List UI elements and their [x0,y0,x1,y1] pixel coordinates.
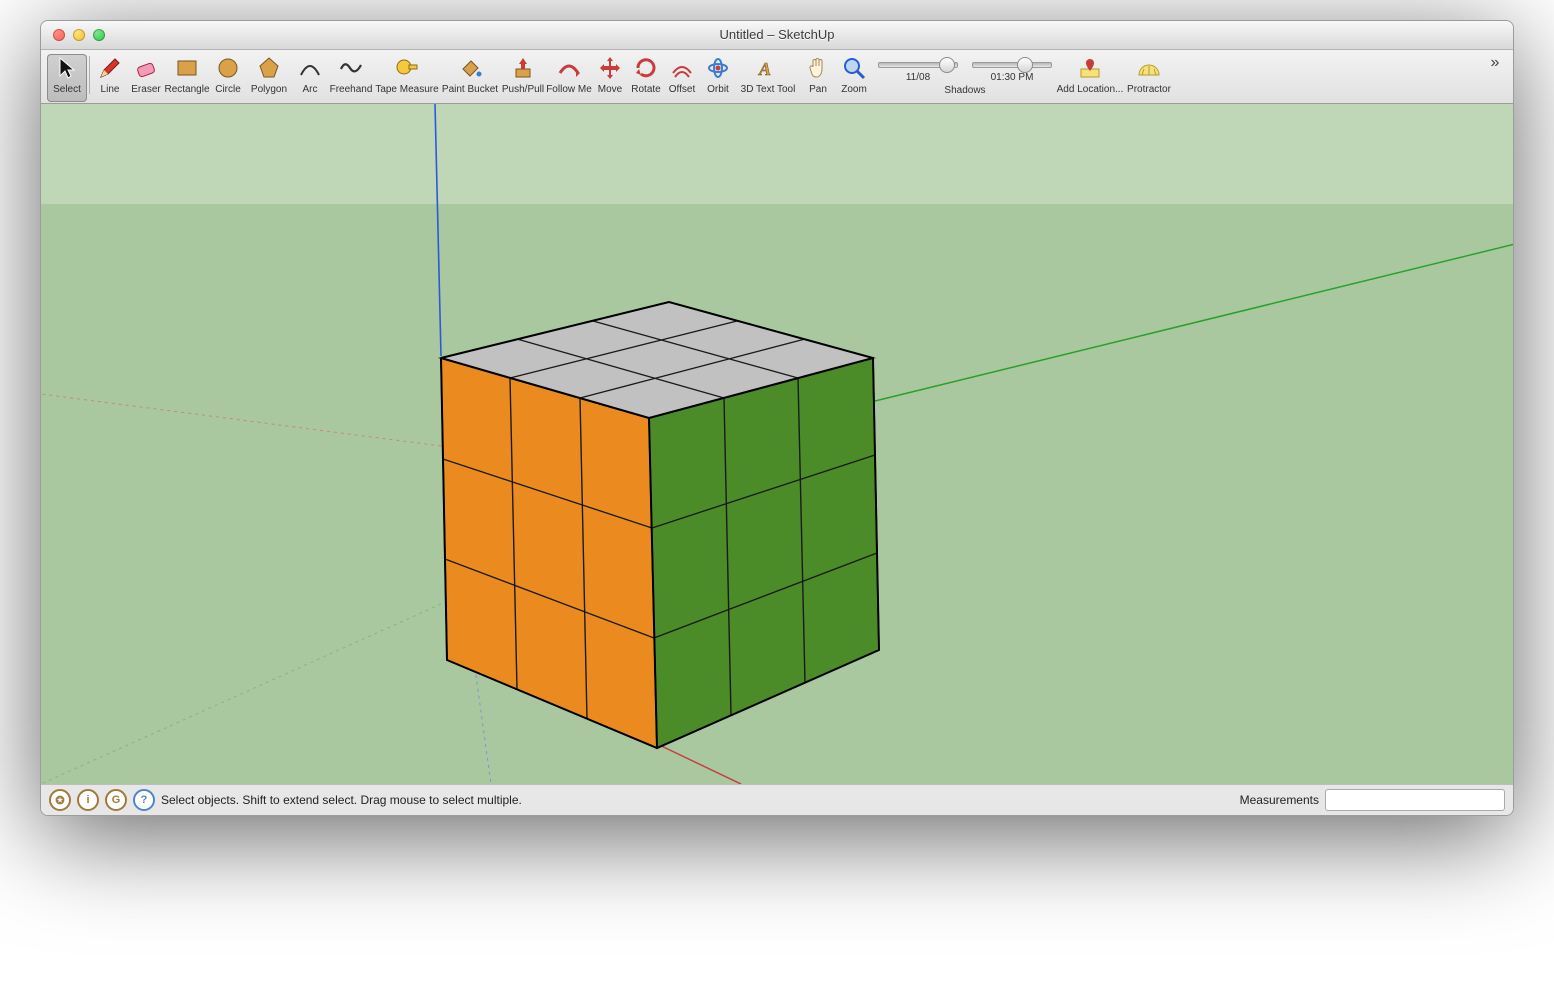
tool-label: Protractor [1127,84,1171,95]
tool-label: 3D Text Tool [741,84,796,95]
tool-label: Pan [809,84,827,95]
tape-measure-icon [394,54,420,82]
paint-bucket-icon [457,54,483,82]
tool-label: Rotate [631,84,660,95]
window-title: Untitled – SketchUp [41,27,1513,42]
tool-label: Rectangle [164,84,209,95]
shadows-date-slider[interactable]: 11/08 [876,54,960,83]
offset-icon [669,54,695,82]
tool-label: Zoom [841,84,867,95]
tool-label: Select [53,84,81,95]
polygon-icon [256,54,282,82]
follow-me-icon [556,54,582,82]
tool-label: Add Location... [1057,84,1124,95]
follow-me-tool[interactable]: Follow Me [546,54,592,102]
pan-tool[interactable]: Pan [800,54,836,102]
eraser-icon [133,54,159,82]
circle-icon [215,54,241,82]
rectangle-tool[interactable]: Rectangle [164,54,210,102]
tool-label: Push/Pull [502,84,544,95]
circle-tool[interactable]: Circle [210,54,246,102]
tool-label: Paint Bucket [442,84,498,95]
tool-label: Tape Measure [375,84,438,95]
shadows-time-value: 01:30 PM [991,72,1034,83]
freehand-icon [338,54,364,82]
tape-measure-tool[interactable]: Tape Measure [374,54,440,102]
push-pull-tool[interactable]: Push/Pull [500,54,546,102]
measurements-label: Measurements [1240,793,1319,807]
status-bar: ✪ i G ? Select objects. Shift to extend … [41,784,1513,815]
freehand-tool[interactable]: Freehand [328,54,374,102]
protractor-icon [1136,54,1162,82]
orbit-tool[interactable]: Orbit [700,54,736,102]
tool-label: Line [101,84,120,95]
tool-label: Offset [669,84,696,95]
tool-label: Arc [303,84,318,95]
move-icon [597,54,623,82]
shadows-date-value: 11/08 [906,72,930,83]
magnifier-icon [841,54,867,82]
cursor-icon [54,54,80,82]
select-tool[interactable]: Select [47,54,87,102]
arc-icon [297,54,323,82]
tool-label: Follow Me [546,84,592,95]
info-geolocate-icon[interactable]: G [105,789,127,811]
move-tool[interactable]: Move [592,54,628,102]
rotate-tool[interactable]: Rotate [628,54,664,102]
offset-tool[interactable]: Offset [664,54,700,102]
app-window: Untitled – SketchUp Select Line Eraser [40,20,1514,816]
map-pin-icon [1077,54,1103,82]
hand-icon [805,54,831,82]
zoom-tool[interactable]: Zoom [836,54,872,102]
shadows-time-slider[interactable]: 01:30 PM [970,54,1054,83]
paint-bucket-tool[interactable]: Paint Bucket [440,54,500,102]
polygon-tool[interactable]: Polygon [246,54,292,102]
toolbar-overflow[interactable]: » [1483,54,1507,72]
arc-tool[interactable]: Arc [292,54,328,102]
shadows-label: Shadows [944,85,985,96]
titlebar: Untitled – SketchUp [41,21,1513,50]
svg-text:A: A [758,59,771,79]
push-pull-icon [510,54,536,82]
main-toolbar: Select Line Eraser Rectangle Circle [41,50,1513,104]
orbit-icon [705,54,731,82]
protractor-tool[interactable]: Protractor [1126,54,1172,102]
tool-label: Orbit [707,84,729,95]
tool-label: Eraser [131,84,160,95]
tool-label: Circle [215,84,241,95]
pencil-icon [97,54,123,82]
eraser-tool[interactable]: Eraser [128,54,164,102]
tool-label: Polygon [251,84,287,95]
separator [89,56,90,94]
shadows-control: 11/08 01:30 PM Shadows [876,54,1054,96]
3d-text-tool[interactable]: A 3D Text Tool [736,54,800,102]
measurements-input[interactable] [1325,789,1505,811]
3d-viewport[interactable] [41,104,1513,784]
rectangle-icon [174,54,200,82]
line-tool[interactable]: Line [92,54,128,102]
tool-label: Freehand [330,84,373,95]
help-icon[interactable]: ? [133,789,155,811]
info-credits-icon[interactable]: i [77,789,99,811]
info-person-icon[interactable]: ✪ [49,789,71,811]
3d-text-icon: A [755,54,781,82]
add-location-tool[interactable]: Add Location... [1054,54,1126,102]
status-hint: Select objects. Shift to extend select. … [161,793,522,807]
rotate-icon [633,54,659,82]
tool-label: Move [598,84,622,95]
